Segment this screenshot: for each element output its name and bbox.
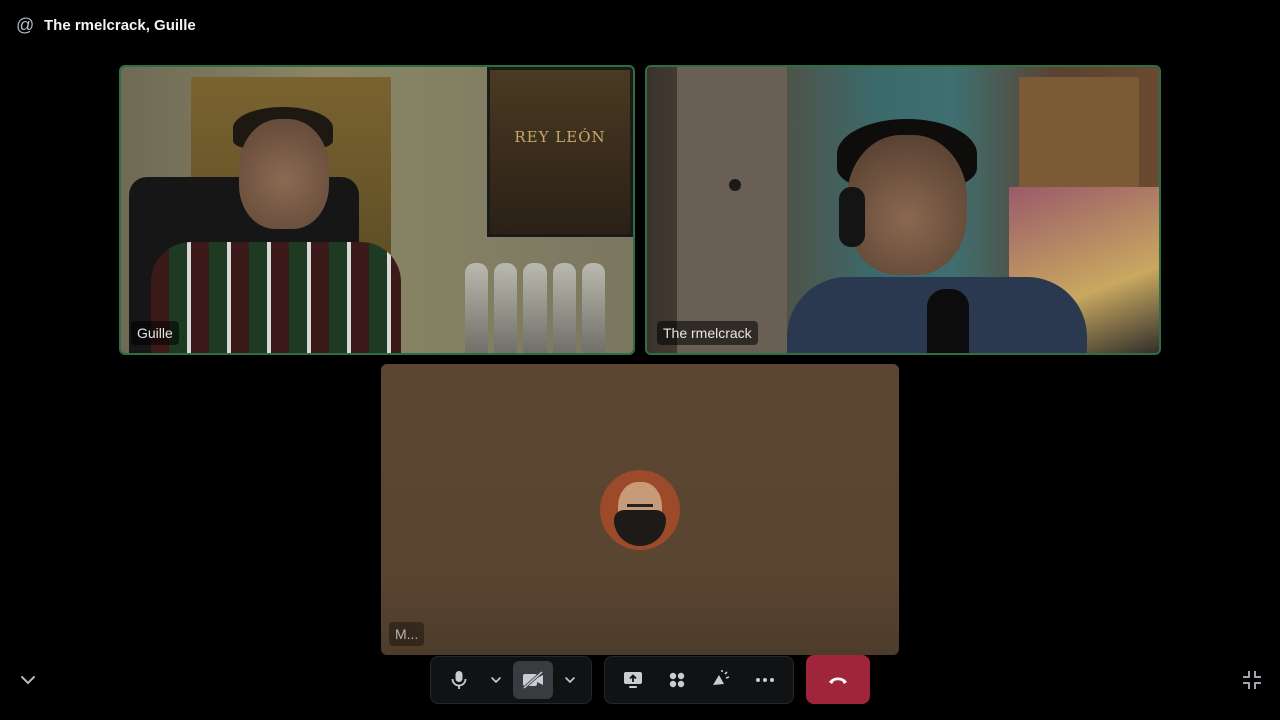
activities-button[interactable] (657, 661, 697, 699)
chevron-down-icon (21, 676, 35, 684)
more-icon (756, 677, 774, 682)
video-tile-rmelcrack[interactable]: The rmelcrack (645, 65, 1161, 355)
video-feed: REY LEÓN (121, 67, 633, 353)
call-controls (430, 655, 870, 704)
activity-group (604, 655, 794, 704)
chevron-down-icon (491, 676, 501, 683)
poster-text: REY LEÓN (514, 128, 606, 146)
video-feed (647, 67, 1159, 353)
avatar (600, 470, 680, 550)
exit-fullscreen-icon (1243, 671, 1261, 689)
poster: REY LEÓN (487, 67, 633, 237)
more-options-button[interactable] (745, 661, 785, 699)
call-title: The rmelcrack, Guille (44, 16, 196, 34)
video-settings-button[interactable] (557, 661, 583, 699)
audio-settings-button[interactable] (483, 661, 509, 699)
phone-hangup-icon (829, 677, 847, 684)
at-icon: @ (16, 15, 35, 35)
exit-fullscreen-button[interactable] (1240, 668, 1264, 692)
audio-video-group (430, 655, 592, 704)
activities-icon (669, 672, 685, 687)
camera-toggle-button[interactable] (513, 660, 553, 699)
participant-name-tag: The rmelcrack (657, 321, 758, 345)
mute-button[interactable] (439, 661, 479, 699)
collapse-chevron-button[interactable] (16, 668, 40, 692)
screen-share-icon (624, 671, 642, 688)
microphone-icon (451, 670, 467, 689)
call-stage: @ The rmelcrack, Guille REY LEÓN Guille (0, 0, 1280, 720)
call-header: @ The rmelcrack, Guille (16, 12, 196, 38)
chevron-down-icon (565, 676, 575, 683)
screen-share-button[interactable] (613, 661, 653, 699)
soundboard-icon (713, 669, 730, 685)
avatar-tile-m[interactable]: M... (381, 364, 899, 655)
participant-name-tag: M... (389, 622, 425, 646)
trophies (465, 263, 606, 353)
soundboard-button[interactable] (701, 661, 741, 699)
video-tile-guille[interactable]: REY LEÓN Guille (119, 65, 635, 355)
participant-name-tag: Guille (131, 321, 179, 345)
camera-off-icon (523, 670, 543, 689)
disconnect-button[interactable] (806, 655, 870, 704)
